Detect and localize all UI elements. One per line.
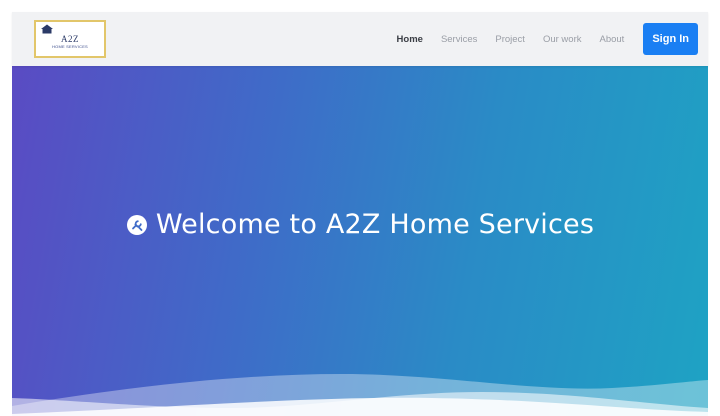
- nav-right: Home Services Project Our work About Sig…: [388, 23, 698, 55]
- hero-title-row: Welcome to A2Z Home Services: [12, 209, 708, 240]
- navbar: A2Z HOME SERVICES Home Services Project …: [12, 12, 708, 66]
- hero-wave-divider: [12, 374, 708, 416]
- hero-title: Welcome to A2Z Home Services: [155, 209, 595, 240]
- page: A2Z HOME SERVICES Home Services Project …: [0, 0, 720, 416]
- hero-section: Welcome to A2Z Home Services: [12, 66, 708, 416]
- logo-subtitle: HOME SERVICES: [52, 43, 88, 49]
- sign-in-button[interactable]: Sign In: [643, 23, 698, 55]
- nav-item-home[interactable]: Home: [397, 34, 423, 45]
- tools-circle-icon: [126, 214, 147, 235]
- house-icon: [41, 24, 53, 34]
- nav-links: Home Services Project Our work About: [388, 34, 634, 45]
- logo-title: A2Z: [61, 33, 79, 44]
- brand-logo[interactable]: A2Z HOME SERVICES: [34, 20, 106, 58]
- nav-item-our-work[interactable]: Our work: [543, 34, 582, 45]
- nav-item-project[interactable]: Project: [495, 34, 525, 45]
- nav-item-services[interactable]: Services: [441, 34, 477, 45]
- nav-item-about[interactable]: About: [600, 34, 625, 45]
